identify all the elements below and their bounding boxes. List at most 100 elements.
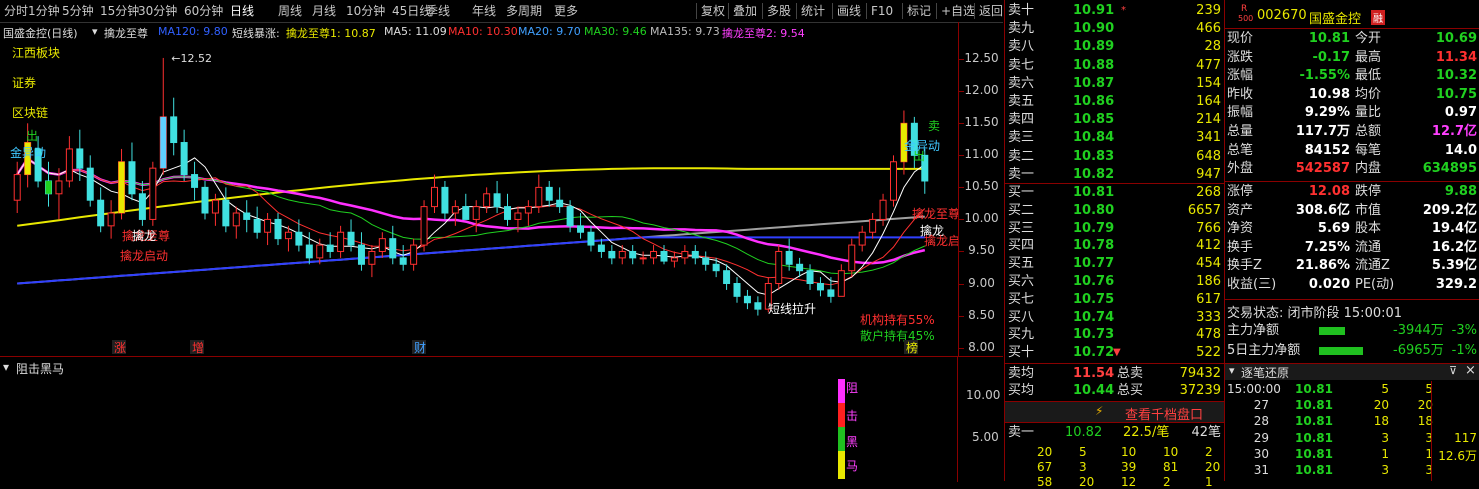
queue-cell: 5 bbox=[1079, 445, 1087, 459]
bid-row[interactable]: 买四 10.78 412 bbox=[1005, 238, 1224, 254]
candle-body bbox=[430, 186, 438, 208]
queue-cell: 10 bbox=[1121, 445, 1137, 459]
candle-body bbox=[462, 206, 470, 220]
toolbar-button[interactable]: F10 bbox=[866, 3, 893, 19]
toolbar-button[interactable]: 返回 bbox=[974, 3, 1003, 19]
period-tab[interactable]: 10分钟 bbox=[346, 3, 385, 19]
tick-cell: 18 bbox=[1417, 414, 1433, 429]
bid-row[interactable]: 买七 10.75 617 bbox=[1005, 292, 1224, 308]
quote-row: 净资 5.69 股本 19.4亿 bbox=[1225, 220, 1479, 238]
candle-body bbox=[514, 212, 522, 220]
ask-row[interactable]: 卖九 10.90 466 bbox=[1005, 21, 1224, 37]
ask-level-label: 卖五 bbox=[1008, 94, 1035, 109]
bid-row[interactable]: 买九 10.73 478 bbox=[1005, 327, 1224, 343]
period-tab[interactable]: 多周期 bbox=[506, 3, 542, 19]
quote-value: 84152 bbox=[1304, 142, 1350, 158]
candle-body bbox=[869, 218, 877, 233]
toolbar-button[interactable]: +自选 bbox=[936, 3, 975, 19]
candle-body bbox=[295, 231, 303, 246]
ask-volume: 239 bbox=[1196, 3, 1221, 18]
ask-mark: * bbox=[1121, 5, 1126, 16]
queue-cell: 67 bbox=[1037, 460, 1053, 474]
toolbar-button[interactable]: 统计 bbox=[796, 3, 825, 19]
signal-candle bbox=[118, 161, 125, 214]
ask-row[interactable]: 卖八 10.89 28 bbox=[1005, 39, 1224, 55]
event-tag[interactable]: 涨 bbox=[114, 340, 126, 354]
toolbar-button[interactable]: 多股 bbox=[762, 3, 791, 19]
bid-price: 10.75 bbox=[1073, 291, 1115, 307]
candle-body bbox=[848, 244, 856, 272]
period-tab[interactable]: 更多 bbox=[554, 3, 578, 19]
period-tab[interactable]: 30分钟 bbox=[138, 3, 177, 19]
period-tab[interactable]: 60分钟 bbox=[184, 3, 223, 19]
event-tag[interactable]: 财 bbox=[414, 341, 426, 354]
period-tab[interactable]: 1分钟 bbox=[28, 3, 60, 19]
price-tick-label: 9.00 bbox=[968, 275, 995, 290]
tick-cell: 1 bbox=[1425, 446, 1433, 461]
bid-row[interactable]: 买三 10.79 766 bbox=[1005, 221, 1224, 237]
view-full-depth-button[interactable]: ⚡ 查看千档盘口 bbox=[1005, 401, 1224, 423]
tick-cell: 3 bbox=[1381, 430, 1389, 445]
bid-average-label: 买均 bbox=[1008, 383, 1035, 398]
indicator-dropdown-icon[interactable]: ▾ bbox=[92, 25, 98, 38]
quote-value: 10.32 bbox=[1435, 68, 1477, 84]
sector-tag-securities[interactable]: 证券 bbox=[12, 74, 36, 91]
ask-row[interactable]: 卖三 10.84 341 bbox=[1005, 130, 1224, 146]
bid-row[interactable]: 买八 10.74 333 bbox=[1005, 310, 1224, 326]
candle-body bbox=[785, 250, 793, 265]
bid-row[interactable]: 买十 10.72 ▼ 522 bbox=[1005, 345, 1224, 361]
period-tab[interactable]: 日线 bbox=[230, 3, 254, 19]
bid-row[interactable]: 买一 10.81 268 bbox=[1005, 185, 1224, 201]
chart-annotation: 擒龙启动 bbox=[924, 233, 958, 248]
ask-price: 10.84 bbox=[1073, 130, 1115, 146]
event-tag[interactable]: 增 bbox=[192, 341, 204, 354]
quote-value: 21.86% bbox=[1295, 258, 1350, 274]
ask-price: 10.89 bbox=[1073, 39, 1115, 55]
tick-cell: 10.81 bbox=[1295, 446, 1333, 461]
period-tab[interactable]: 月线 bbox=[312, 3, 336, 19]
period-tab[interactable]: 15分钟 bbox=[100, 3, 139, 19]
quote-label: 流通Z bbox=[1355, 258, 1390, 274]
ask-row[interactable]: 卖十 10.91 * 239 bbox=[1005, 3, 1224, 19]
period-tab[interactable]: 5分钟 bbox=[62, 3, 94, 19]
period-tab[interactable]: 分时 bbox=[4, 3, 28, 19]
candle-body bbox=[274, 218, 282, 240]
ma30-value: MA30: 9.46 bbox=[584, 25, 647, 38]
close-icon[interactable]: × bbox=[1465, 363, 1476, 378]
ask-row[interactable]: 卖二 10.83 648 bbox=[1005, 149, 1224, 165]
capital-flow-row: 主力净额 -3944万 -3% bbox=[1225, 322, 1479, 340]
tick-panel-title[interactable]: 逐笔还原 bbox=[1241, 364, 1289, 381]
bid-row[interactable]: 买五 10.77 454 bbox=[1005, 256, 1224, 272]
capital-flow-bar bbox=[1319, 347, 1363, 355]
candle-body bbox=[357, 244, 365, 265]
event-tag[interactable]: 榜 bbox=[906, 340, 918, 354]
tick-cell: 29 bbox=[1253, 430, 1269, 445]
quote-value: 0.020 bbox=[1308, 277, 1350, 292]
tick-panel-dropdown-icon[interactable]: ▾ bbox=[1229, 364, 1235, 377]
ask-row[interactable]: 卖一 10.82 947 bbox=[1005, 167, 1224, 183]
filter-icon[interactable]: ⊽ bbox=[1449, 364, 1457, 377]
bid-row[interactable]: 买二 10.80 6657 bbox=[1005, 203, 1224, 219]
sector-tag-blockchain[interactable]: 区块链 bbox=[12, 104, 48, 121]
stock-header: R 500 002670 国盛金控融 bbox=[1225, 4, 1479, 27]
lower-panel-title[interactable]: 阻击黑马 bbox=[16, 360, 64, 377]
tick-cell: 5 bbox=[1381, 382, 1389, 396]
period-tab[interactable]: 季线 bbox=[426, 3, 450, 19]
indicator-name[interactable]: 擒龙至尊 bbox=[104, 25, 148, 41]
period-tab[interactable]: 周线 bbox=[278, 3, 302, 19]
bid-row[interactable]: 买六 10.76 186 bbox=[1005, 274, 1224, 290]
toolbar-button[interactable]: 复权 bbox=[696, 3, 725, 19]
ask-row[interactable]: 卖六 10.87 154 bbox=[1005, 76, 1224, 92]
ask-row[interactable]: 卖四 10.85 214 bbox=[1005, 112, 1224, 128]
ask-row[interactable]: 卖七 10.88 477 bbox=[1005, 58, 1224, 74]
toolbar-button[interactable]: 画线 bbox=[832, 3, 861, 19]
toolbar-button[interactable]: 标记 bbox=[902, 3, 931, 19]
quote-label: 资产 bbox=[1227, 202, 1254, 218]
sector-tag-jiangxi[interactable]: 江西板块 bbox=[12, 44, 60, 61]
lower-panel-dropdown-icon[interactable]: ▾ bbox=[3, 360, 9, 374]
kline-chart[interactable]: ←12.52出出卖金异动金异动擒龙至尊擒龙至尊擒龙擒龙擒龙启动擒龙启动短线拉升机… bbox=[0, 40, 958, 354]
period-tab[interactable]: 年线 bbox=[472, 3, 496, 19]
toolbar-button[interactable]: 叠加 bbox=[728, 3, 757, 19]
candle-body bbox=[566, 206, 574, 227]
ask-row[interactable]: 卖五 10.86 164 bbox=[1005, 94, 1224, 110]
